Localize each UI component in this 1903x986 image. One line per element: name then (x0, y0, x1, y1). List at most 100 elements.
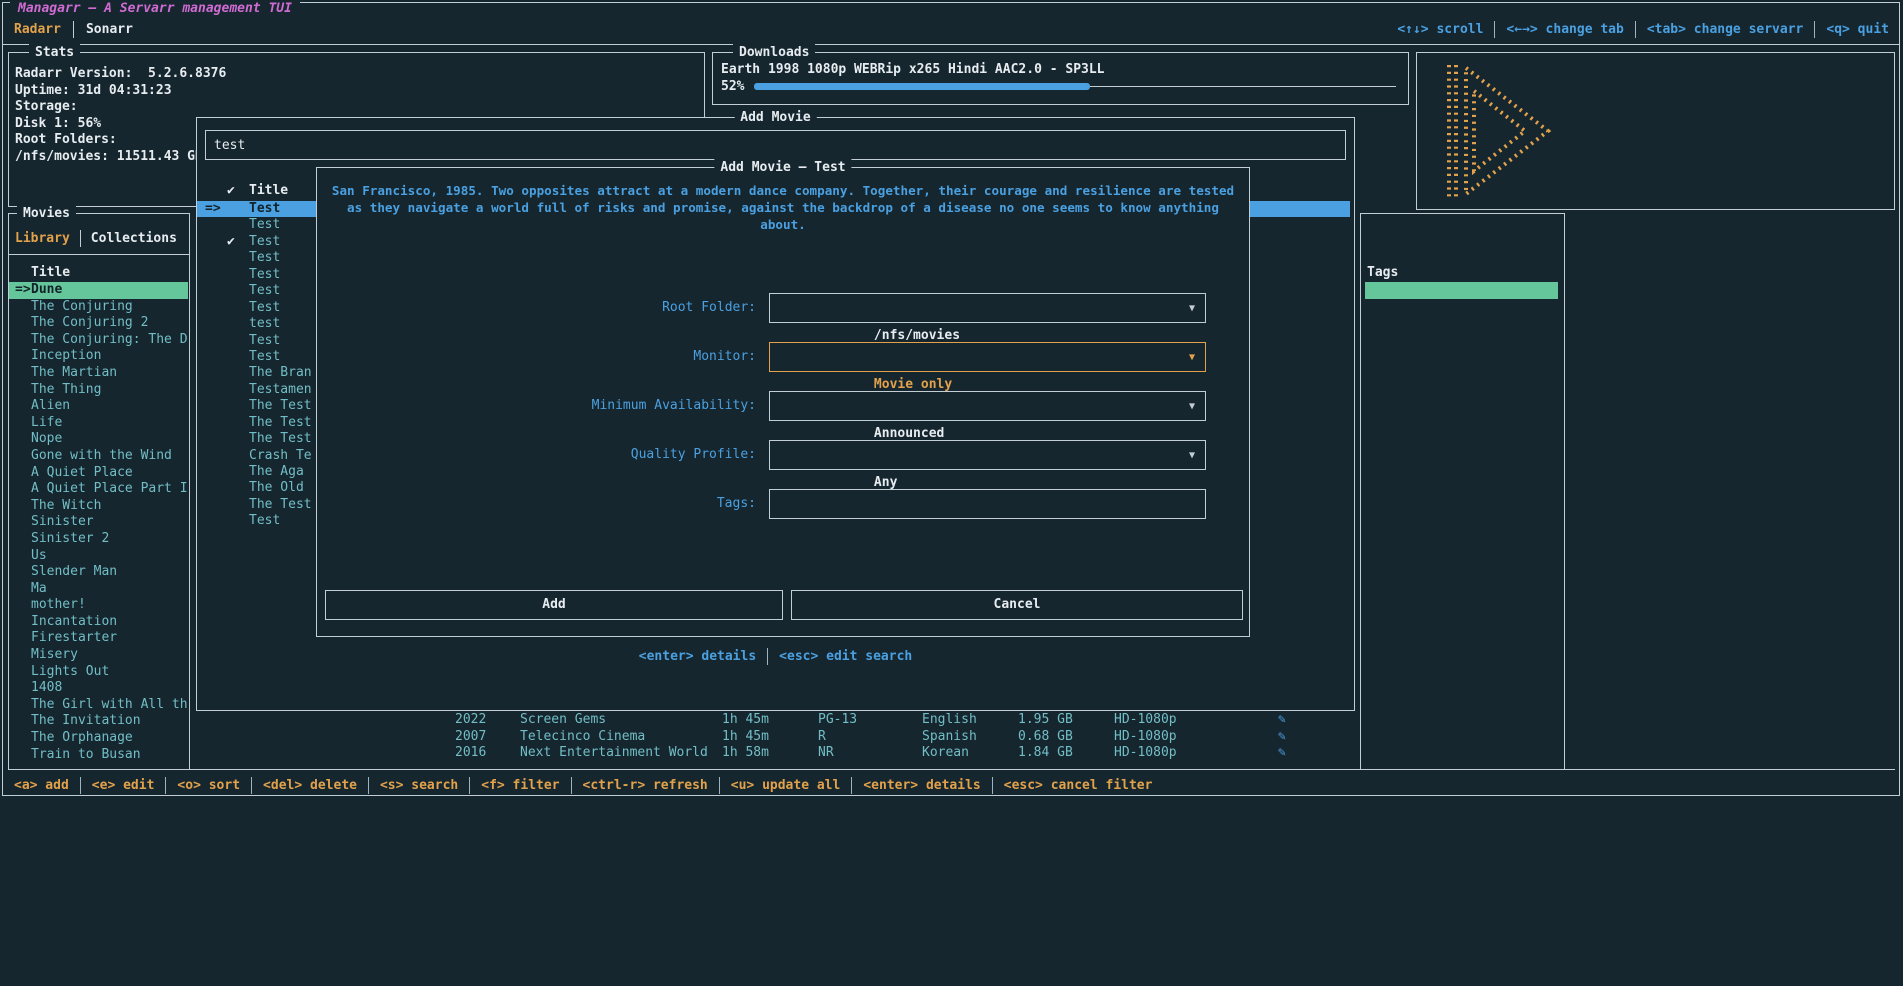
selection-arrow (15, 348, 31, 365)
selection-arrow (15, 531, 31, 548)
selection-arrow (15, 332, 31, 349)
movie-quality: HD-1080p (1114, 729, 1177, 746)
managarr-logo-icon (1443, 61, 1558, 201)
movies-tabs-divider (9, 254, 189, 255)
movie-list-item[interactable]: Life (9, 415, 188, 432)
bottom-help-bar: <a> add <e> edit <o> sort <del> delete <… (14, 777, 1152, 794)
movies-tabs: Library Collections (15, 230, 177, 247)
cancel-button[interactable]: Cancel (791, 590, 1243, 620)
keybinding-hint: <ctrl-r> refresh (571, 777, 708, 794)
selection-arrow (15, 548, 31, 565)
form-field-value: Any (874, 475, 897, 490)
form-field-select[interactable]: /nfs/movies ▼ (769, 293, 1206, 323)
movie-list-item[interactable]: The Conjuring 2 (9, 315, 188, 332)
in-library-check-icon (227, 398, 249, 414)
edit-pencil-icon: ✎ (1278, 729, 1286, 746)
in-library-check-icon (227, 201, 249, 217)
movie-list-item[interactable]: Slender Man (9, 564, 188, 581)
form-field-select[interactable] (769, 489, 1206, 519)
movie-search-input[interactable] (206, 131, 1345, 159)
form-field-value: /nfs/movies (874, 328, 960, 343)
movie-list-item[interactable]: Nope (9, 431, 188, 448)
movie-list-item[interactable]: Gone with the Wind (9, 448, 188, 465)
movies-panel-title: Movies (17, 205, 76, 222)
movie-list-item[interactable]: Ma (9, 581, 188, 598)
movie-list-item[interactable]: The Girl with All the (9, 697, 188, 714)
selection-arrow (205, 513, 227, 529)
movie-title: Ma (31, 581, 188, 598)
servarr-tab[interactable]: Sonarr (73, 21, 133, 38)
movie-list-item[interactable]: Alien (9, 398, 188, 415)
movie-list-item[interactable]: 1408 (9, 680, 188, 697)
movie-size: 1.95 GB (1018, 712, 1073, 729)
selection-arrow (15, 365, 31, 382)
movie-list-item[interactable]: A Quiet Place Part II (9, 481, 188, 498)
movie-list-item[interactable]: A Quiet Place (9, 465, 188, 482)
library-table-row[interactable]: 2007 Telecinco Cinema 1h 45m R Spanish 0… (0, 729, 1903, 746)
selection-arrow (15, 630, 31, 647)
selection-arrow (15, 415, 31, 432)
movie-list-item[interactable]: Sinister (9, 514, 188, 531)
movie-title: Inception (31, 348, 188, 365)
movie-list-item[interactable]: Us (9, 548, 188, 565)
movie-list-item[interactable]: Sinister 2 (9, 531, 188, 548)
movie-list-item[interactable]: The Thing (9, 382, 188, 399)
keybinding-hint: <enter> details (851, 777, 980, 794)
movies-tab[interactable]: Library (15, 230, 70, 247)
movie-list-item[interactable]: The Conjuring (9, 299, 188, 316)
movie-size: 0.68 GB (1018, 729, 1073, 746)
movie-title: A Quiet Place (31, 465, 188, 482)
tags-column-header: Tags (1367, 264, 1398, 281)
add-movie-modal: Add Movie – Test San Francisco, 1985. Tw… (316, 167, 1250, 637)
keybinding-hint: <s> search (368, 777, 458, 794)
form-field-row: Quality Profile: Any ▼ (317, 440, 1249, 470)
movie-title: Nope (31, 431, 188, 448)
in-library-check-icon (227, 217, 249, 233)
library-table-row[interactable]: 2022 Screen Gems 1h 45m PG-13 English 1.… (0, 712, 1903, 729)
form-field-select[interactable]: Any ▼ (769, 440, 1206, 470)
download-item-name: Earth 1998 1080p WEBRip x265 Hindi AAC2.… (721, 62, 1400, 79)
form-field-label: Minimum Availability: (317, 391, 756, 421)
form-field-row: Monitor: Movie only ▼ (317, 342, 1249, 372)
movie-title: The Girl with All the (31, 697, 188, 714)
movie-list-item[interactable]: Misery (9, 647, 188, 664)
movie-list-item[interactable]: Inception (9, 348, 188, 365)
in-library-check-icon: ✔ (227, 182, 249, 199)
in-library-check-icon (227, 300, 249, 316)
in-library-check-icon (227, 267, 249, 283)
library-table-row[interactable]: 2016 Next Entertainment World 1h 58m NR … (0, 745, 1903, 762)
in-library-check-icon (227, 365, 249, 381)
selection-arrow (15, 448, 31, 465)
in-library-check-icon: ✔ (227, 234, 249, 250)
keybinding-hint: <u> update all (719, 777, 841, 794)
movie-list-item[interactable]: => Dune (9, 282, 188, 299)
movie-list-item[interactable]: mother! (9, 597, 188, 614)
movie-title: The Witch (31, 498, 188, 515)
selection-arrow (15, 315, 31, 332)
selection-arrow (205, 398, 227, 414)
movies-tab[interactable]: Collections (80, 230, 177, 247)
selected-row-tags-cell (1365, 282, 1558, 299)
selection-arrow (205, 365, 227, 381)
movie-size: 1.84 GB (1018, 745, 1073, 762)
selection-arrow (15, 664, 31, 681)
movie-list-item[interactable]: The Conjuring: The De (9, 332, 188, 349)
movie-quality: HD-1080p (1114, 745, 1177, 762)
form-field-value: Movie only (874, 377, 952, 392)
form-field-select[interactable]: Movie only ▼ (769, 342, 1206, 372)
selection-arrow (205, 267, 227, 283)
movie-list-item[interactable]: Incantation (9, 614, 188, 631)
movie-list-item[interactable]: The Witch (9, 498, 188, 515)
stats-panel-title: Stats (29, 44, 80, 61)
in-library-check-icon (227, 497, 249, 513)
form-field-select[interactable]: Announced ▼ (769, 391, 1206, 421)
add-movie-modal-title: Add Movie – Test (714, 159, 851, 176)
movie-list-item[interactable]: The Martian (9, 365, 188, 382)
movie-list-item[interactable]: Lights Out (9, 664, 188, 681)
add-movie-panel-title: Add Movie (734, 109, 816, 126)
add-button[interactable]: Add (325, 590, 783, 620)
servarr-tab[interactable]: Radarr (14, 21, 61, 38)
selection-arrow (15, 465, 31, 482)
movie-list-item[interactable]: Firestarter (9, 630, 188, 647)
movie-title: Firestarter (31, 630, 188, 647)
